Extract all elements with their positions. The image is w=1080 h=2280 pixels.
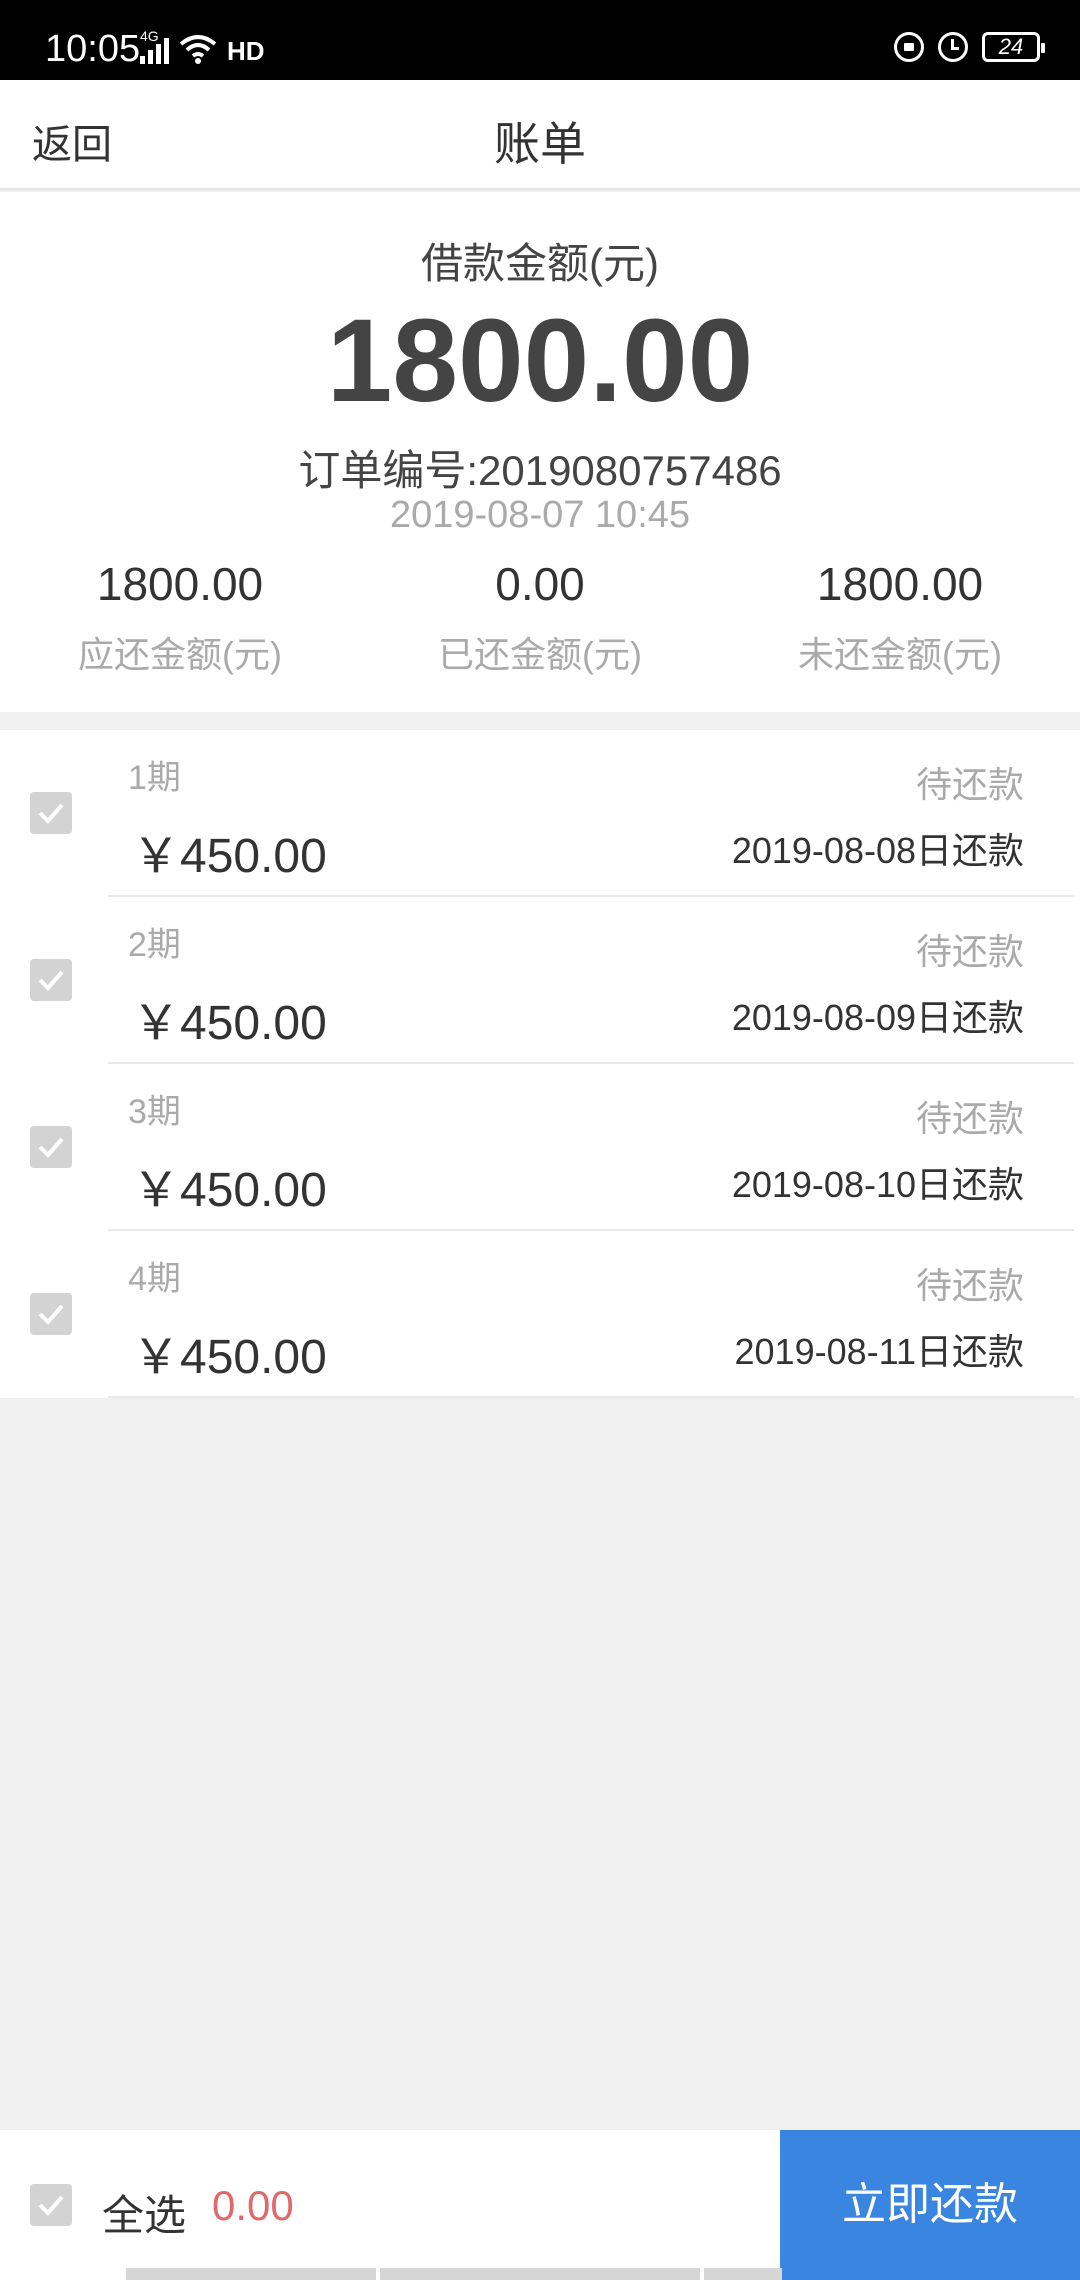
order-number: 订单编号:2019080757486 bbox=[298, 447, 782, 494]
checkmark-icon bbox=[38, 803, 64, 824]
alarm-icon bbox=[938, 32, 968, 62]
wifi-icon bbox=[179, 35, 217, 64]
checkmark-icon bbox=[38, 1137, 64, 1158]
installment-due-date: 2019-08-09日还款 bbox=[731, 997, 1024, 1038]
installment-list: 1期 ￥450.00 待还款 2019-08-08日还款 2期 ￥450.00 … bbox=[0, 730, 1080, 1398]
installment-amount: ￥450.00 bbox=[132, 1164, 327, 1217]
bill-summary: 借款金额(元) 1800.00 订单编号:2019080757486 2019-… bbox=[0, 192, 1080, 712]
installment-amount: ￥450.00 bbox=[132, 997, 327, 1050]
nav-hint-left bbox=[126, 2268, 376, 2280]
installment-amount: ￥450.00 bbox=[132, 830, 327, 883]
installment-due-date: 2019-08-10日还款 bbox=[731, 1164, 1024, 1205]
installment-checkbox[interactable] bbox=[30, 959, 72, 1001]
stat-value: 0.00 bbox=[495, 558, 585, 610]
installment-row[interactable]: 4期 ￥450.00 待还款 2019-08-11日还款 bbox=[0, 1231, 1080, 1398]
installment-period: 1期 bbox=[128, 759, 181, 797]
divider bbox=[108, 1396, 1074, 1398]
status-icons-right: 24 bbox=[894, 32, 1045, 62]
loan-amount: 1800.00 bbox=[326, 295, 754, 427]
status-time: 10:05 bbox=[45, 28, 141, 70]
installment-row[interactable]: 1期 ￥450.00 待还款 2019-08-08日还款 bbox=[0, 730, 1080, 897]
installment-row[interactable]: 3期 ￥450.00 待还款 2019-08-10日还款 bbox=[0, 1064, 1080, 1231]
bottom-action-bar: 全选 0.00 立即还款 bbox=[0, 2130, 1080, 2280]
header: 返回 账单 bbox=[0, 80, 1080, 190]
hd-badge: HD bbox=[227, 36, 265, 66]
installment-period: 3期 bbox=[128, 1093, 181, 1131]
lock-rotation-icon bbox=[894, 32, 924, 62]
network-type: 4G bbox=[140, 28, 159, 44]
installment-status: 待还款 bbox=[915, 931, 1024, 972]
stat-value: 1800.00 bbox=[96, 558, 264, 610]
stat-label: 已还金额(元) bbox=[438, 634, 642, 676]
stat-value: 1800.00 bbox=[816, 558, 984, 610]
installment-due-date: 2019-08-11日还款 bbox=[734, 1331, 1024, 1372]
installment-status: 待还款 bbox=[915, 764, 1024, 805]
installment-due-date: 2019-08-08日还款 bbox=[731, 830, 1024, 871]
installment-checkbox[interactable] bbox=[30, 1126, 72, 1168]
page-title: 账单 bbox=[494, 118, 586, 170]
installment-checkbox[interactable] bbox=[30, 792, 72, 834]
selected-total: 0.00 bbox=[212, 2182, 294, 2229]
order-date: 2019-08-07 10:45 bbox=[389, 494, 691, 536]
select-all-checkbox[interactable] bbox=[30, 2184, 72, 2226]
stat-label: 未还金额(元) bbox=[798, 634, 1002, 676]
pay-now-button[interactable]: 立即还款 bbox=[780, 2130, 1080, 2280]
select-all-label[interactable]: 全选 bbox=[102, 2182, 186, 2243]
stat-outstanding: 1800.00 未还金额(元) bbox=[720, 557, 1080, 678]
stat-repaid: 0.00 已还金额(元) bbox=[360, 557, 720, 678]
stat-due: 1800.00 应还金额(元) bbox=[0, 557, 360, 678]
checkmark-icon bbox=[38, 970, 64, 991]
installment-period: 2期 bbox=[128, 926, 181, 964]
status-icons-left: 4G HD bbox=[140, 28, 265, 66]
stat-label: 应还金额(元) bbox=[78, 634, 282, 676]
loan-amount-label: 借款金额(元) bbox=[421, 240, 659, 287]
checkmark-icon bbox=[38, 1304, 64, 1325]
installment-status: 待还款 bbox=[915, 1098, 1024, 1139]
signal-icon: 4G bbox=[140, 28, 169, 64]
checkmark-icon bbox=[38, 2195, 64, 2216]
installment-status: 待还款 bbox=[915, 1265, 1024, 1306]
installment-period: 4期 bbox=[128, 1260, 181, 1298]
nav-hint-right bbox=[704, 2268, 782, 2280]
installment-amount: ￥450.00 bbox=[132, 1331, 327, 1384]
installment-row[interactable]: 2期 ￥450.00 待还款 2019-08-09日还款 bbox=[0, 897, 1080, 1064]
battery-icon: 24 bbox=[982, 32, 1045, 62]
nav-hint-center bbox=[380, 2268, 700, 2280]
installment-checkbox[interactable] bbox=[30, 1293, 72, 1335]
repayment-stats: 1800.00 应还金额(元) 0.00 已还金额(元) 1800.00 未还金… bbox=[0, 557, 1080, 678]
status-bar: 10:05 4G HD 24 bbox=[0, 0, 1080, 80]
